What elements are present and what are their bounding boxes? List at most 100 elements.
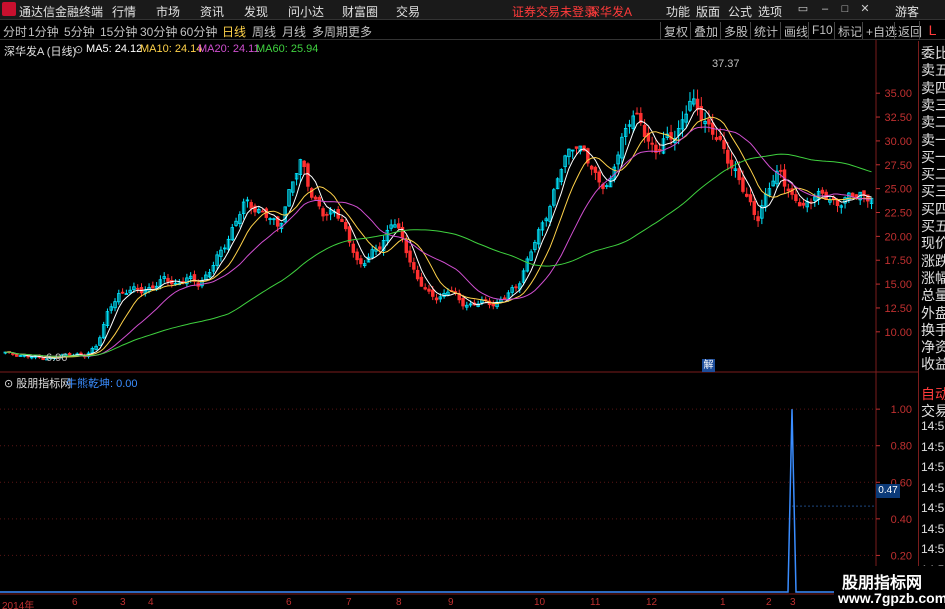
ma20-label: MA20: 24.11 [198,43,260,55]
candle-body [797,202,802,207]
candle-body [359,258,363,265]
candle-body [14,353,19,357]
indicator-line [0,409,876,593]
candle-body [835,199,840,207]
low-label: 6.96 [46,352,68,364]
candle-body [779,170,783,172]
candle-body [756,216,760,222]
ind-tick-label: 1.00 [891,404,912,416]
candle-body [597,171,601,183]
ma10-label: MA10: 24.14 [140,43,203,55]
candle-body [378,246,382,250]
sidebar-time: 14:56 [921,460,945,474]
candle-body [325,213,329,216]
candle-body [752,201,757,215]
chart-canvas[interactable]: 35.00 32.50 30.00 27.50 25.00 22.50 20.00 17.50… [0,0,945,609]
x-label: 2014年 [2,601,35,609]
candle-body [396,223,401,229]
candle-body [794,194,798,201]
sidebar-item[interactable]: 收益 [921,354,945,374]
candle-body [412,262,416,270]
x-label: 6 [72,597,78,608]
x-label: 1 [720,597,726,608]
y-tick-label: 20.00 [884,231,912,243]
y-tick-label: 22.50 [884,208,912,220]
ma-line-ma10 [5,116,872,358]
candle-body [707,119,711,125]
sidebar-time: 14:56 [921,439,945,454]
sidebar-time: 14:56 [921,542,945,556]
candle-body [166,277,170,282]
ma-toggle-icon[interactable]: ⊙ [74,43,83,56]
candle-body [317,197,322,207]
x-label: 7 [346,597,352,608]
candle-body [434,297,439,301]
indicator-name[interactable]: ⊙ 股朋指标网 [4,375,71,391]
x-label: 4 [148,597,154,608]
candle-body [593,166,598,173]
y-tick-label: 30.00 [884,136,912,148]
candle-body [722,140,726,150]
candle-body [657,149,662,151]
candle-body [344,222,348,230]
candle-body [854,194,859,198]
ma60-label: MA60: 25.94 [256,43,319,55]
sidebar-time: 14:56 [921,480,945,495]
sidebar-time: 14:56 [921,501,945,515]
chart-stock-name: 深华发A (日线) [4,46,77,58]
candle-body [427,288,431,292]
y-tick-label: 15.00 [884,279,912,291]
candle-body [642,124,647,138]
candle-body [589,165,594,170]
sidebar-time: 14:56 [921,521,945,536]
candle-body [404,239,409,254]
candle-body [820,189,825,194]
x-label: 2 [766,597,772,608]
candle-body [801,202,806,206]
watermark-url: www.7gpzb.com [838,590,945,606]
sidebar-lower-item[interactable]: 交易 [921,401,945,421]
x-label: 9 [448,597,454,608]
candle-body [726,149,730,164]
candle-body [714,137,719,140]
ind-tick-label: 0.20 [891,550,912,562]
ind-tick-label: 0.80 [891,441,912,453]
candle-body [302,160,306,168]
candle-body [260,210,265,213]
candle-body [41,357,45,360]
x-label: 3 [120,597,126,608]
candle-body [718,135,722,140]
candle-body [351,243,356,253]
y-tick-label: 27.50 [884,160,912,172]
candle-body [408,250,412,263]
peak-label: 37.37 [712,58,740,70]
candle-body [574,146,579,149]
candle-body [120,291,125,294]
candle-body [695,98,700,110]
y-tick-label: 12.50 [884,303,912,315]
x-label: 8 [396,597,402,608]
candle-body [741,177,745,192]
candle-body [423,287,427,290]
x-label: 12 [646,597,658,608]
indicator-current-value: 0.47 [876,484,900,498]
y-tick-label: 35.00 [884,88,912,100]
x-label: 3 [790,597,796,608]
candle-body [635,112,639,115]
x-label: 11 [590,597,601,608]
candle-body [748,194,753,203]
candle-body [502,297,507,300]
y-tick-label: 32.50 [884,112,912,124]
jie-badge[interactable]: 解 [702,359,715,372]
indicator-line-label: 牛熊乾坤: 0.00 [66,378,138,390]
candle-body [340,219,344,223]
candle-body [306,163,310,187]
y-tick-label: 17.50 [884,255,912,267]
candle-body [124,293,129,295]
candle-body [461,298,465,307]
watermark: 股朋指标网 www.7gpzb.com [834,566,945,609]
candle-body [419,276,424,287]
x-label: 10 [534,597,546,608]
y-tick-label: 10.00 [884,327,912,339]
candle-body [514,286,518,289]
